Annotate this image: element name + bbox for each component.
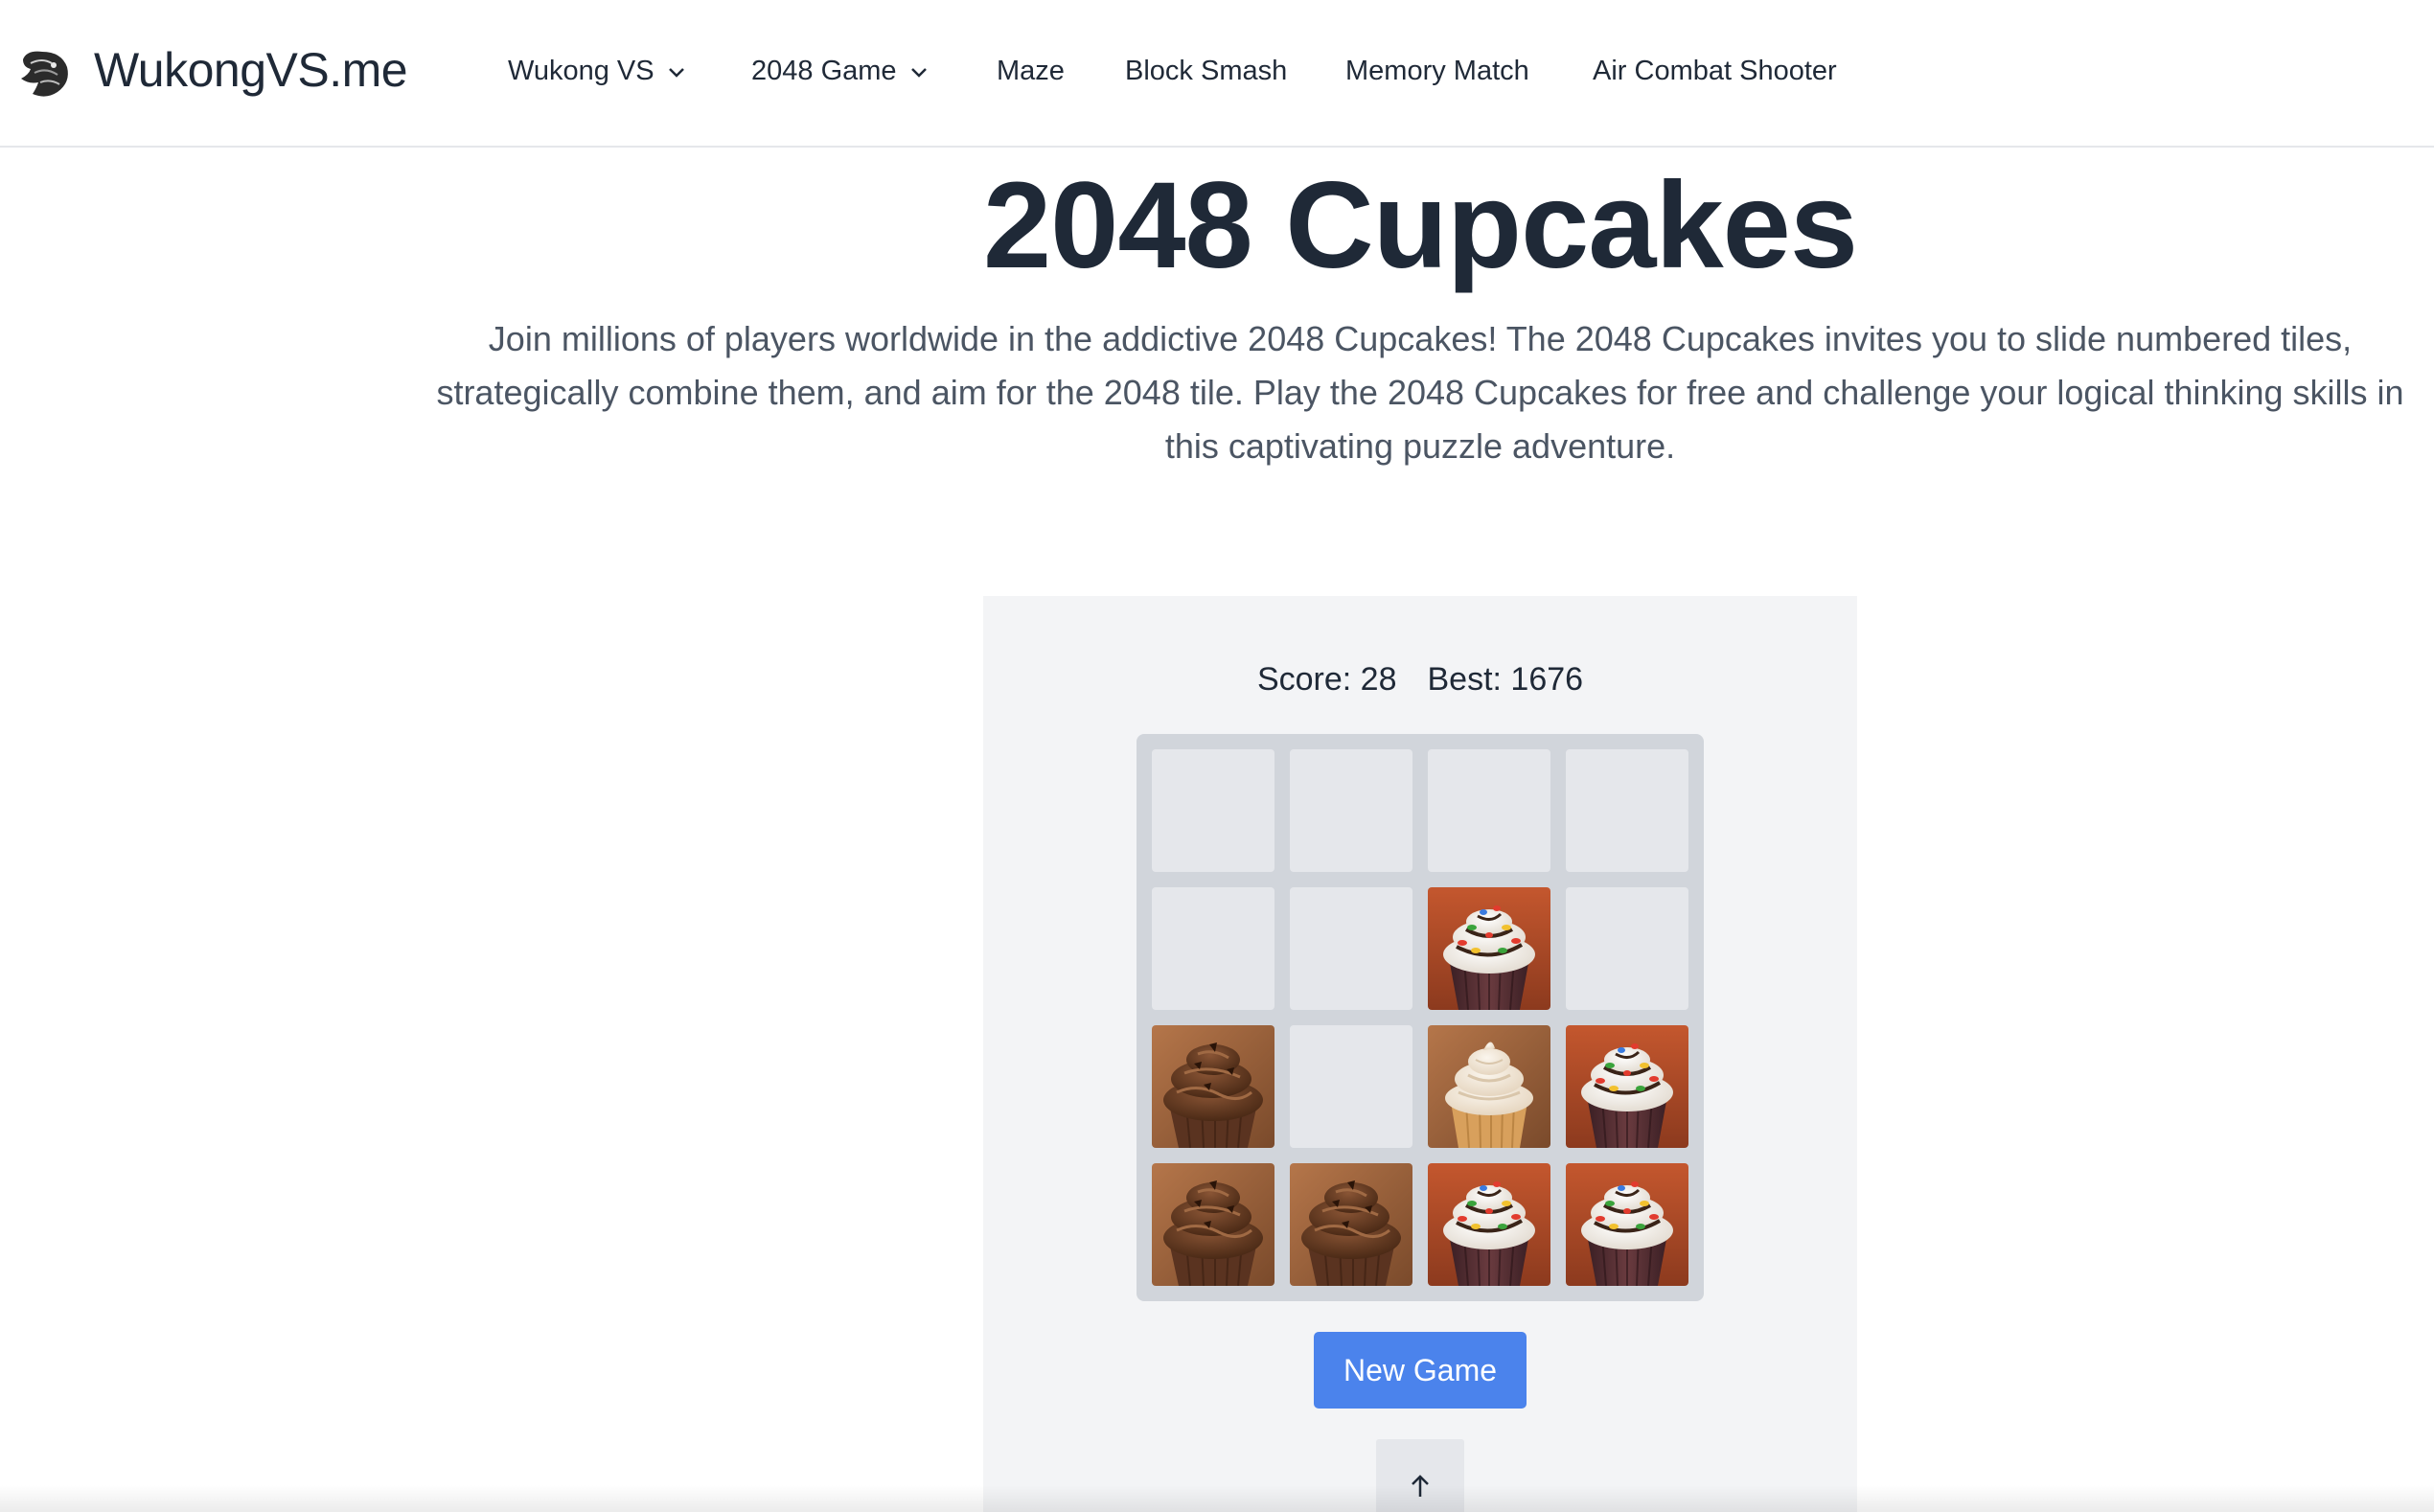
- sprinkle-cupcake-icon: [1566, 1025, 1688, 1148]
- chocolate-cupcake-icon: [1152, 1025, 1274, 1148]
- scroll-to-top-button[interactable]: [1376, 1439, 1464, 1512]
- chocolate-cupcake-icon: [1152, 1163, 1274, 1286]
- sprinkle-cupcake-icon: [1428, 1163, 1550, 1286]
- page-title: 2048 Cupcakes: [982, 157, 1858, 294]
- board-cell-empty: [1566, 749, 1688, 872]
- board-tile-chocolate-cupcake: [1152, 1025, 1274, 1148]
- nav-item-label: Block Smash: [1125, 56, 1288, 86]
- game-description: Join millions of players worldwide in th…: [436, 319, 2404, 466]
- nav-item-label: Maze: [997, 56, 1065, 86]
- nav-item-air-combat-shooter[interactable]: Air Combat Shooter: [1593, 56, 1837, 87]
- arrow-up-icon: [1412, 1475, 1429, 1497]
- nav-item-2048-game[interactable]: 2048 Game: [751, 56, 930, 87]
- board-cell-empty: [1290, 1025, 1412, 1148]
- scoreboard: Score: 28 Best: 1676: [983, 661, 1857, 699]
- vanilla-cupcake-icon: [1428, 1025, 1550, 1148]
- board-cell-empty: [1152, 749, 1274, 872]
- nav-item-label: Memory Match: [1345, 56, 1529, 86]
- board-cell-empty: [1428, 749, 1550, 872]
- score-display: Score: 28: [1256, 661, 1397, 698]
- chevron-down-icon: [910, 67, 927, 78]
- nav-item-label: Wukong VS: [508, 56, 654, 86]
- new-game-button[interactable]: New Game: [1314, 1332, 1527, 1409]
- nav-item-wukong-vs[interactable]: Wukong VS: [508, 56, 687, 87]
- best-score-display: Best: 1676: [1427, 661, 1584, 698]
- nav-item-maze[interactable]: Maze: [997, 56, 1065, 87]
- brand-name[interactable]: WukongVS.me: [94, 42, 408, 98]
- wukong-logo-icon[interactable]: [17, 46, 73, 100]
- board-tile-sprinkle-cupcake: [1566, 1025, 1688, 1148]
- board-tile-sprinkle-cupcake: [1428, 1163, 1550, 1286]
- navbar: WukongVS.me Wukong VS 2048 Game Maze Blo…: [0, 0, 2434, 148]
- board-tile-chocolate-cupcake: [1152, 1163, 1274, 1286]
- nav-item-label: Air Combat Shooter: [1593, 56, 1837, 86]
- board-cell-empty: [1290, 887, 1412, 1010]
- board-tile-sprinkle-cupcake: [1428, 887, 1550, 1010]
- board-tile-sprinkle-cupcake: [1566, 1163, 1688, 1286]
- board-cell-empty: [1566, 887, 1688, 1010]
- board-cell-empty: [1290, 749, 1412, 872]
- board-cell-empty: [1152, 887, 1274, 1010]
- chevron-down-icon: [668, 67, 684, 78]
- chocolate-cupcake-icon: [1290, 1163, 1412, 1286]
- sprinkle-cupcake-icon: [1428, 887, 1550, 1010]
- board-tile-vanilla-cupcake: [1428, 1025, 1550, 1148]
- nav-item-block-smash[interactable]: Block Smash: [1125, 56, 1287, 87]
- sprinkle-cupcake-icon: [1566, 1163, 1688, 1286]
- game-board[interactable]: [1137, 734, 1704, 1301]
- nav-item-label: 2048 Game: [751, 56, 897, 86]
- nav-item-memory-match[interactable]: Memory Match: [1345, 56, 1529, 87]
- game-panel: Score: 28 Best: 1676 New Game: [983, 596, 1857, 1512]
- board-tile-chocolate-cupcake: [1290, 1163, 1412, 1286]
